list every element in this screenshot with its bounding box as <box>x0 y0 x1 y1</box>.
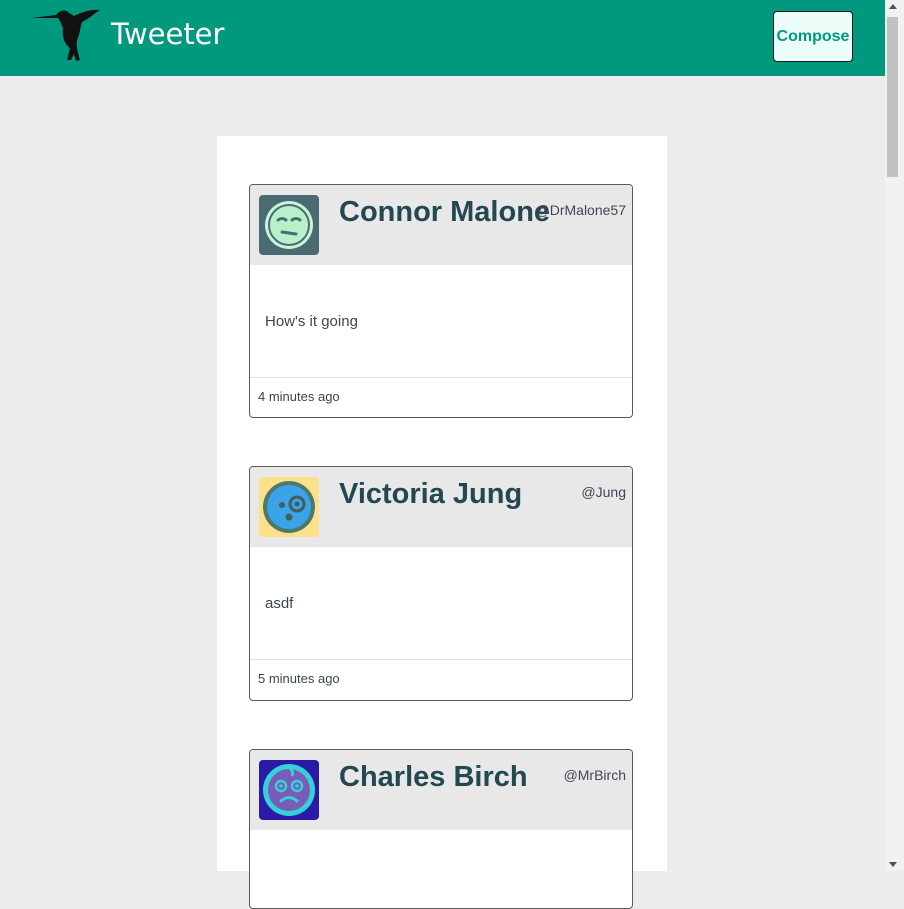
vertical-scrollbar[interactable] <box>885 0 904 871</box>
author-name[interactable]: Charles Birch <box>339 761 528 794</box>
tweet-timestamp: 5 minutes ago <box>258 671 340 686</box>
tweet-text: How's it going <box>265 313 358 330</box>
worried-face-avatar-icon <box>259 760 319 820</box>
tweet-footer: 4 minutes ago <box>250 378 632 416</box>
brand-title[interactable]: Tweeter <box>111 17 224 51</box>
monocle-face-avatar-icon <box>259 477 319 537</box>
tweet-timestamp: 4 minutes ago <box>258 389 340 404</box>
tweet-card: Victoria Jung @Jung asdf 5 minutes ago <box>249 466 633 701</box>
top-navbar: Tweeter Compose <box>0 0 885 76</box>
tweet-footer: 5 minutes ago <box>250 660 632 698</box>
scroll-up-arrow-icon[interactable] <box>889 4 897 9</box>
compose-button[interactable]: Compose <box>773 11 853 62</box>
author-handle[interactable]: @DrMalone57 <box>536 202 626 218</box>
tweet-body <box>250 830 632 908</box>
author-handle[interactable]: @MrBirch <box>564 767 626 783</box>
tweet-header: Connor Malone @DrMalone57 <box>250 185 632 265</box>
smirk-face-avatar-icon <box>259 195 319 255</box>
tweet-header: Victoria Jung @Jung <box>250 467 632 547</box>
hummingbird-icon <box>32 9 100 62</box>
scroll-down-arrow-icon[interactable] <box>889 862 897 867</box>
tweet-feed: Connor Malone @DrMalone57 How's it going… <box>217 136 667 909</box>
tweet-body: asdf <box>250 547 632 660</box>
scrollbar-thumb[interactable] <box>887 17 898 177</box>
author-name[interactable]: Connor Malone <box>339 196 550 229</box>
tweet-body: How's it going <box>250 265 632 378</box>
tweet-card: Connor Malone @DrMalone57 How's it going… <box>249 184 633 418</box>
tweet-text: asdf <box>265 595 294 612</box>
author-name[interactable]: Victoria Jung <box>339 478 522 511</box>
tweet-card: Charles Birch @MrBirch <box>249 749 633 909</box>
author-handle[interactable]: @Jung <box>581 484 626 500</box>
tweet-header: Charles Birch @MrBirch <box>250 750 632 830</box>
